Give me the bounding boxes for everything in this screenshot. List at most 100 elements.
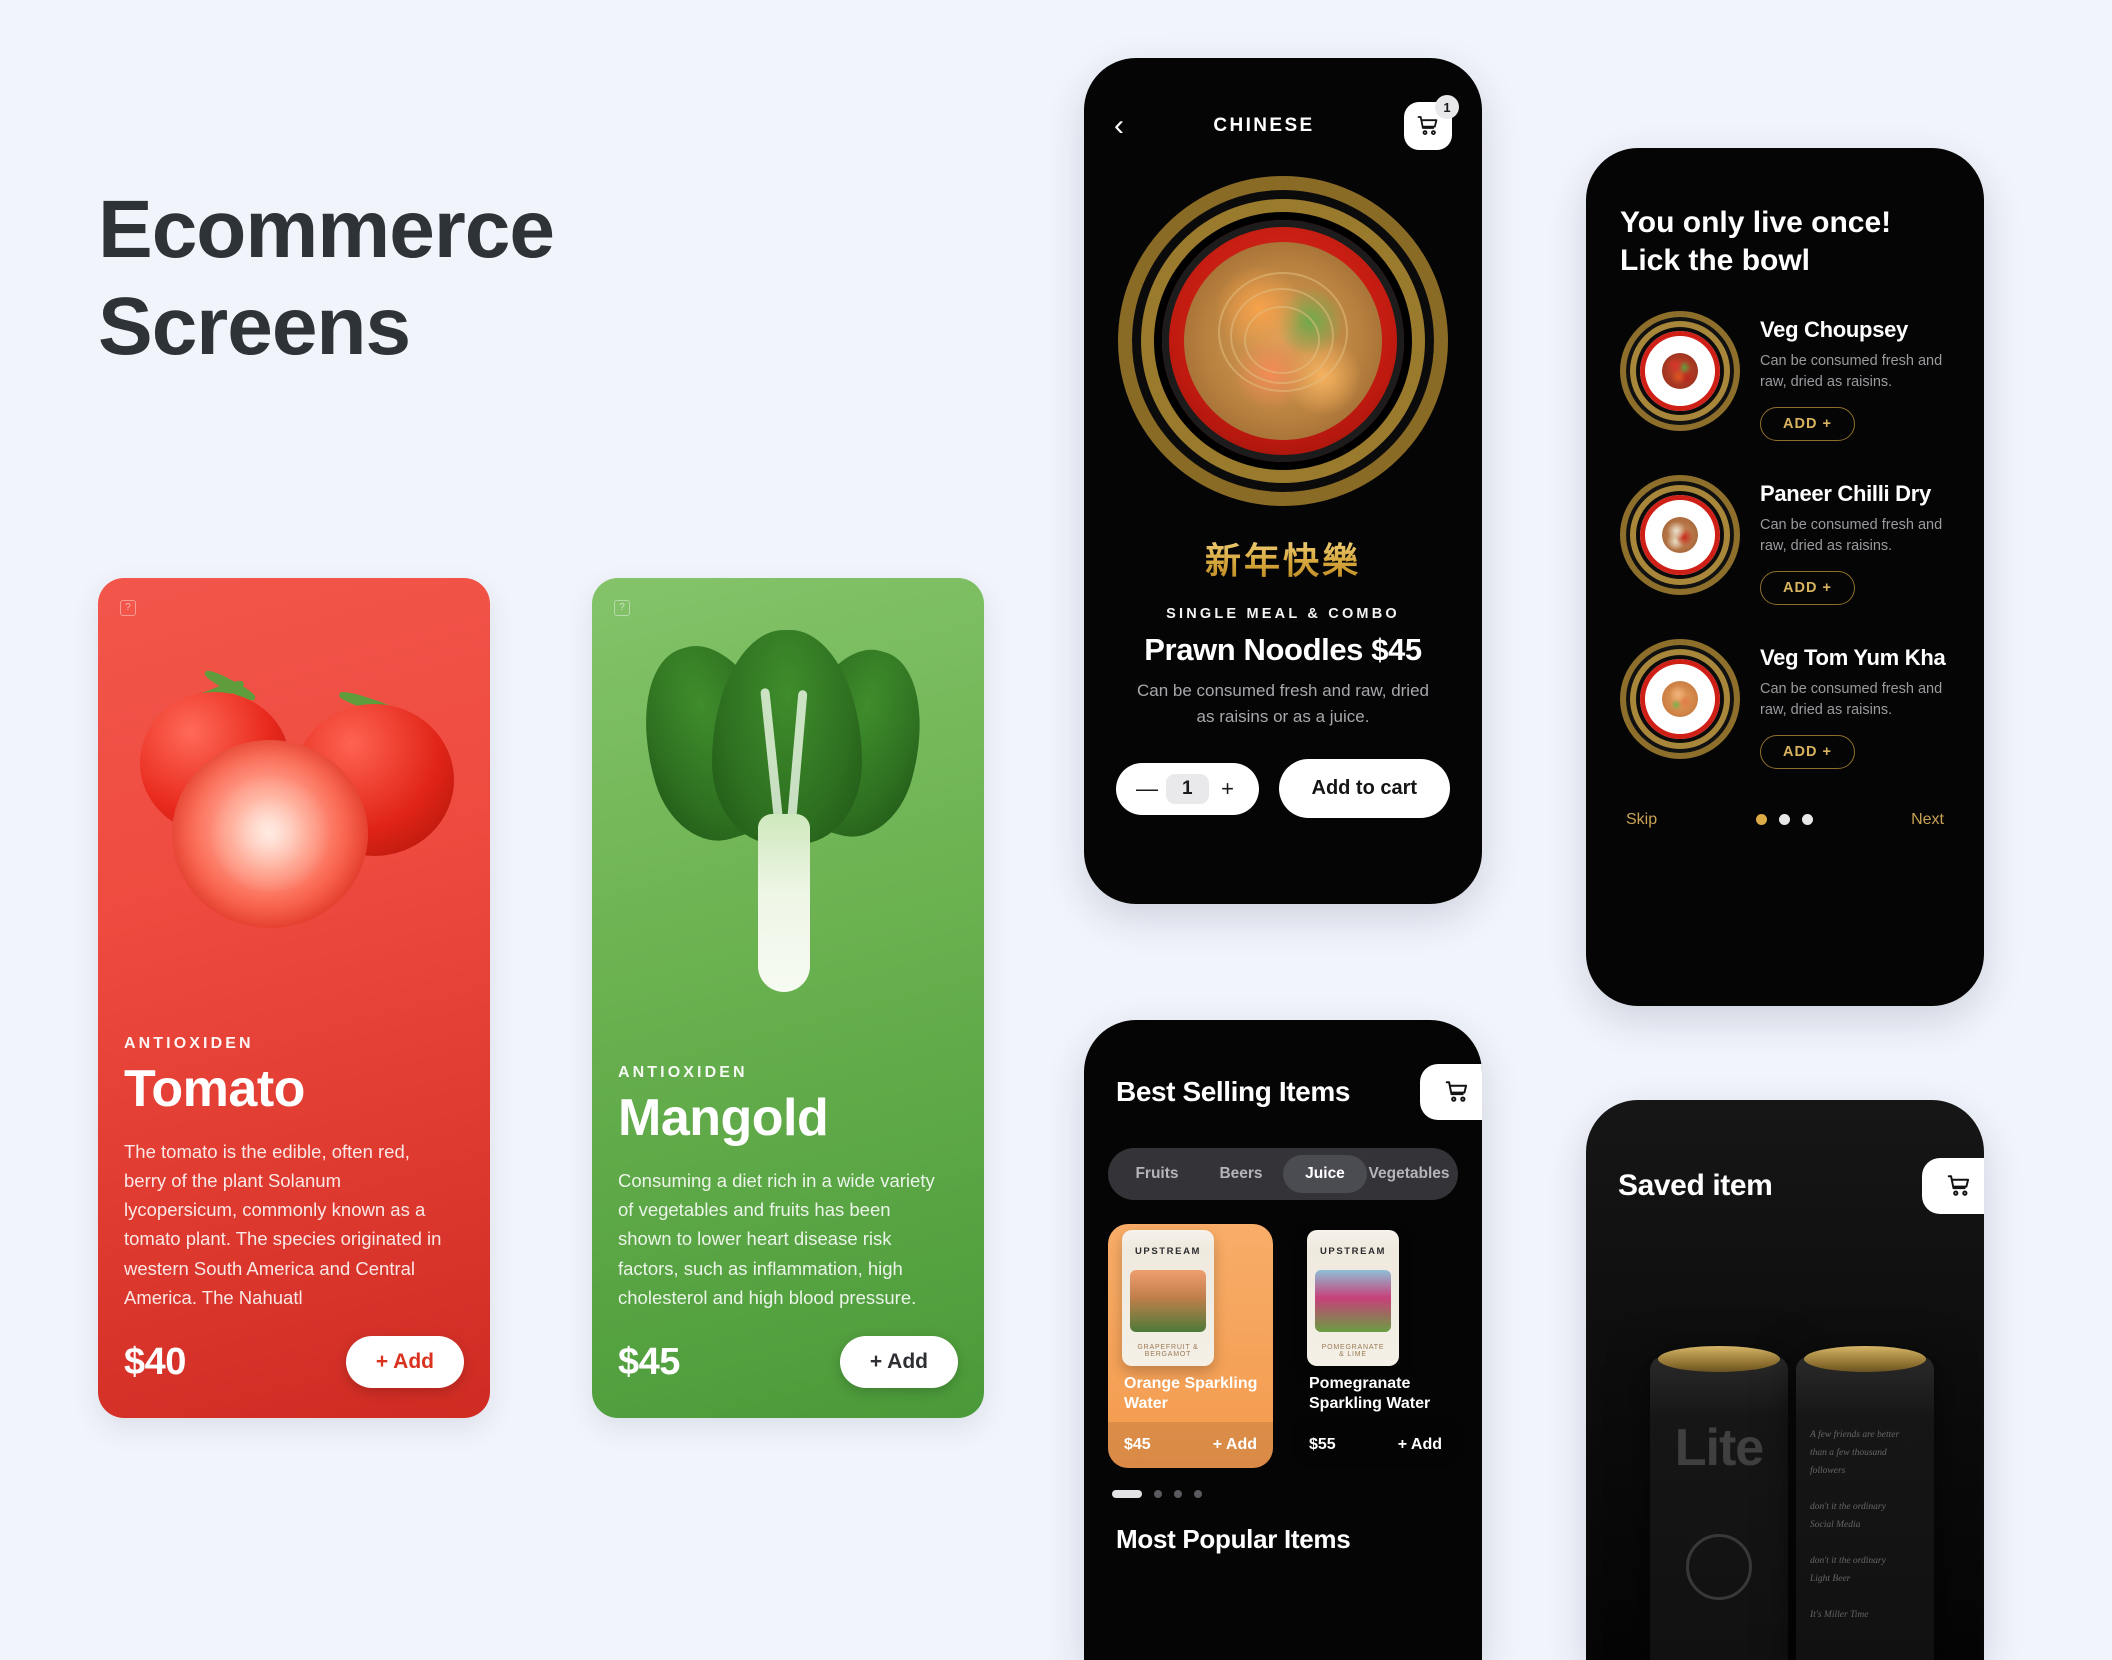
pager-bar[interactable]: [1112, 1490, 1142, 1498]
dish-image: [1620, 638, 1740, 759]
dish-description: Can be consumed fresh and raw, dried as …: [1760, 516, 1943, 554]
beer-can-left: Lite: [1650, 1346, 1788, 1660]
product-name: Mangold: [618, 1088, 829, 1147]
product-card-mangold[interactable]: ? ANTIOXIDEN Mangold Consuming a diet ri…: [592, 578, 984, 1418]
onboarding-heading: You only live once! Lick the bowl: [1620, 206, 1892, 278]
pager-dot[interactable]: [1154, 1490, 1162, 1498]
cart-button[interactable]: 1: [1403, 95, 1459, 150]
beverage-card[interactable]: UPSTREAM POMEGRANATE & LIME Pomegranate …: [1293, 1224, 1458, 1468]
beverage-card[interactable]: UPSTREAM GRAPEFRUIT & BERGAMOT Orange Sp…: [1108, 1224, 1273, 1468]
product-eyebrow: ANTIOXIDEN: [618, 1063, 748, 1081]
carousel-pager: [1084, 1468, 1482, 1498]
phone-onboarding: You only live once! Lick the bowl Veg Ch…: [1586, 148, 1984, 1006]
tab-beers[interactable]: Beers: [1199, 1155, 1283, 1193]
dish-description: Can be consumed fresh and raw, dried as …: [1760, 680, 1943, 718]
cart-count-badge: 1: [1434, 95, 1459, 119]
price-row: $45 + Add: [618, 1336, 958, 1388]
quantity-value: 1: [1166, 773, 1209, 804]
beverage-image: UPSTREAM GRAPEFRUIT & BERGAMOT: [1108, 1224, 1273, 1374]
beer-can-label: Lite: [1674, 1419, 1764, 1477]
add-button[interactable]: ADD +: [1760, 406, 1855, 441]
product-price: $45: [618, 1340, 680, 1383]
list-item[interactable]: Veg Choupsey Can be consumed fresh and r…: [1620, 310, 1950, 441]
page-title: Best Selling Items: [1116, 1076, 1350, 1107]
skip-button[interactable]: Skip: [1626, 811, 1657, 829]
saved-header: Saved item: [1586, 1100, 1984, 1214]
dish-image: [1620, 310, 1740, 431]
tab-juice[interactable]: Juice: [1283, 1155, 1367, 1193]
product-eyebrow: ANTIOXIDEN: [124, 1034, 254, 1052]
category-tabs: Fruits Beers Juice Vegetables: [1108, 1148, 1458, 1200]
cart-icon: [1417, 116, 1438, 136]
list-item[interactable]: Veg Tom Yum Kha Can be consumed fresh an…: [1620, 638, 1950, 769]
phone-saved-item: Saved item Lite A few friends are better…: [1586, 1100, 1984, 1660]
product-description: Consuming a diet rich in a wide variety …: [618, 1169, 935, 1308]
product-description: The tomato is the edible, often red, ber…: [124, 1140, 442, 1308]
dish-name: Veg Choupsey: [1760, 316, 1908, 342]
pager-dot[interactable]: [1174, 1490, 1182, 1498]
phone-best-selling: Best Selling Items Fruits Beers Juice Ve…: [1084, 1020, 1482, 1660]
item-description: Can be consumed fresh and raw, dried as …: [1136, 681, 1429, 726]
beer-can-right: A few friends are better than a few thou…: [1796, 1346, 1934, 1660]
beverage-name: Pomegranate Sparkling Water: [1309, 1375, 1431, 1412]
next-button[interactable]: Next: [1911, 811, 1944, 829]
can-brand: UPSTREAM: [1319, 1246, 1387, 1257]
quantity-stepper[interactable]: — 1 +: [1116, 762, 1259, 815]
pagination-dot[interactable]: [1801, 814, 1813, 826]
add-button[interactable]: + Add: [839, 1336, 958, 1388]
dish-name: Paneer Chilli Dry: [1760, 480, 1931, 506]
increment-button[interactable]: +: [1213, 776, 1243, 802]
beverage-price: $55: [1309, 1436, 1336, 1453]
page-title: Saved item: [1618, 1169, 1773, 1202]
dish-description: Can be consumed fresh and raw, dried as …: [1760, 352, 1943, 390]
onboarding-footer: Skip Next: [1586, 803, 1984, 829]
mangold-image: [592, 618, 984, 1038]
product-price: $40: [124, 1340, 186, 1383]
page-title: Ecommerce Screens: [98, 184, 555, 372]
add-button[interactable]: + Add: [1398, 1436, 1442, 1454]
add-button[interactable]: + Add: [345, 1336, 464, 1388]
dish-list: Veg Choupsey Can be consumed fresh and r…: [1586, 281, 1984, 769]
best-selling-header: Best Selling Items: [1084, 1020, 1482, 1120]
list-item[interactable]: Paneer Chilli Dry Can be consumed fresh …: [1620, 474, 1950, 605]
decrement-button[interactable]: —: [1132, 776, 1162, 802]
prawn-noodles-image: [1118, 176, 1448, 506]
item-name-price: Prawn Noodles $45: [1144, 632, 1422, 667]
can-flavor: POMEGRANATE & LIME: [1321, 1344, 1385, 1358]
tab-vegetables[interactable]: Vegetables: [1367, 1155, 1451, 1193]
chevron-left-icon[interactable]: ‹: [1114, 111, 1124, 141]
beverage-price: $45: [1124, 1436, 1151, 1453]
phone-chinese-detail: ‹ CHINESE 1 新年快樂 SINGLE MEAL & COMBO Pra…: [1084, 58, 1482, 904]
dish-image: [1620, 474, 1740, 595]
beverage-image: UPSTREAM POMEGRANATE & LIME: [1293, 1224, 1458, 1374]
beer-can-script: A few friends are better than a few thou…: [1810, 1430, 1900, 1621]
cart-button[interactable]: [1922, 1158, 1984, 1214]
card-badge-icon: ?: [120, 600, 136, 616]
cart-button[interactable]: [1420, 1064, 1482, 1120]
product-card-tomato[interactable]: ? ANTIOXIDEN Tomato The tomato is the ed…: [98, 578, 490, 1418]
product-name: Tomato: [124, 1059, 305, 1118]
pagination-dot[interactable]: [1755, 814, 1767, 826]
beverage-name: Orange Sparkling Water: [1124, 1375, 1258, 1412]
add-button[interactable]: ADD +: [1760, 570, 1855, 605]
screen-title: CHINESE: [1213, 115, 1315, 136]
dish-name: Veg Tom Yum Kha: [1760, 644, 1946, 670]
meal-subtitle: SINGLE MEAL & COMBO: [1166, 606, 1400, 622]
tab-fruits[interactable]: Fruits: [1115, 1155, 1199, 1193]
chinese-actions: — 1 + Add to cart: [1084, 729, 1482, 818]
can-flavor: GRAPEFRUIT & BERGAMOT: [1137, 1344, 1199, 1358]
add-button[interactable]: ADD +: [1760, 734, 1855, 769]
pagination-dot[interactable]: [1778, 814, 1790, 826]
cart-icon: [1947, 1175, 1970, 1196]
pager-dot[interactable]: [1194, 1490, 1202, 1498]
chinese-characters: 新年快樂: [1084, 532, 1482, 584]
add-to-cart-button[interactable]: Add to cart: [1278, 759, 1450, 818]
beverage-card-list: UPSTREAM GRAPEFRUIT & BERGAMOT Orange Sp…: [1084, 1200, 1482, 1468]
tomato-image: [98, 618, 490, 1038]
card-badge-icon: ?: [614, 600, 630, 616]
cart-icon: [1445, 1081, 1468, 1102]
section-title: Most Popular Items: [1116, 1524, 1351, 1554]
can-brand: UPSTREAM: [1134, 1246, 1202, 1257]
beer-cans-image: Lite A few friends are better than a few…: [1586, 1236, 1984, 1660]
add-button[interactable]: + Add: [1213, 1436, 1257, 1454]
